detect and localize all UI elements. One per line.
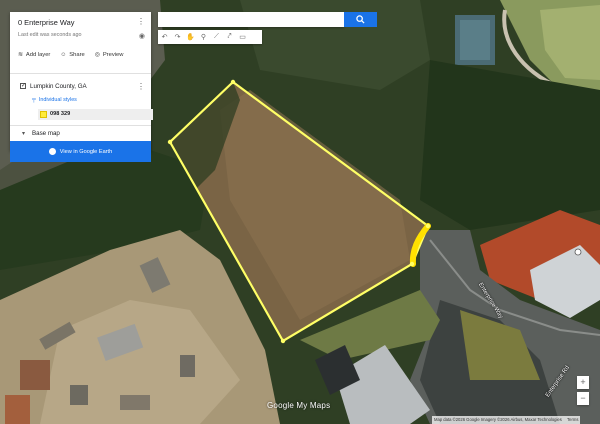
chevron-down-icon[interactable]: ▾: [22, 130, 25, 137]
hand-icon[interactable]: ✋: [184, 30, 197, 44]
location-pin-icon: [574, 248, 582, 256]
layers-icon: ≋: [18, 52, 23, 58]
search-input[interactable]: [158, 12, 344, 27]
layer-options-icon[interactable]: ⋮: [137, 83, 145, 91]
share-label: Share: [69, 52, 85, 58]
view-in-google-earth-button[interactable]: View in Google Earth: [10, 141, 151, 162]
base-map-label[interactable]: Base map: [32, 130, 60, 137]
polygon-color-icon: [40, 111, 47, 118]
add-layer-label: Add layer: [25, 52, 51, 58]
search-icon: [356, 15, 365, 24]
ruler-icon[interactable]: ▭: [236, 30, 249, 44]
more-options-icon[interactable]: ⋮: [137, 18, 145, 26]
visibility-icon[interactable]: ◉: [139, 32, 145, 40]
marker-icon[interactable]: ⚲: [197, 30, 210, 44]
preview-button[interactable]: ◎ Preview: [95, 52, 124, 58]
map-title[interactable]: 0 Enterprise Way: [18, 18, 74, 27]
individual-styles-label: Individual styles: [38, 97, 77, 103]
add-layer-button[interactable]: ≋ Add layer: [18, 52, 50, 58]
layer-name[interactable]: Lumpkin County, GA: [30, 83, 87, 90]
map-panel: 0 Enterprise Way ⋮ Last edit was seconds…: [10, 12, 153, 162]
preview-label: Preview: [102, 52, 124, 58]
eye-icon: ◎: [94, 52, 100, 58]
terms-link[interactable]: Terms: [567, 417, 578, 422]
individual-styles-link[interactable]: ╤ Individual styles: [32, 97, 77, 103]
google-my-maps-logo: Google My Maps: [267, 401, 331, 410]
divider: [10, 73, 151, 74]
layer-checkbox[interactable]: ✓: [20, 83, 26, 89]
draw-line-icon[interactable]: ⟋: [210, 30, 223, 44]
directions-icon[interactable]: ⤤: [223, 30, 236, 44]
map-toolbar: ↶ ↷ ✋ ⚲ ⟋ ⤤ ▭: [158, 30, 262, 44]
panel-actions: ≋ Add layer ☺ Share ◎ Preview: [18, 52, 123, 58]
redo-icon[interactable]: ↷: [171, 30, 184, 44]
feature-name[interactable]: 098 329: [50, 111, 70, 117]
zoom-in-button[interactable]: +: [577, 376, 589, 389]
google-earth-icon: [48, 148, 56, 155]
map-attribution: Map data ©2026 Google Imagery ©2026 Airb…: [432, 416, 581, 424]
share-button[interactable]: ☺ Share: [60, 52, 84, 58]
last-edit-status: Last edit was seconds ago: [18, 32, 82, 38]
view-in-google-earth-label: View in Google Earth: [59, 148, 113, 155]
search-button[interactable]: [344, 12, 377, 27]
divider: [10, 125, 151, 126]
paint-roller-icon: ╤: [32, 97, 36, 103]
attribution-text: Map data ©2026 Google Imagery ©2026 Airb…: [434, 417, 562, 422]
zoom-out-button[interactable]: −: [577, 392, 589, 405]
undo-icon[interactable]: ↶: [158, 30, 171, 44]
add-person-icon: ☺: [60, 52, 67, 58]
